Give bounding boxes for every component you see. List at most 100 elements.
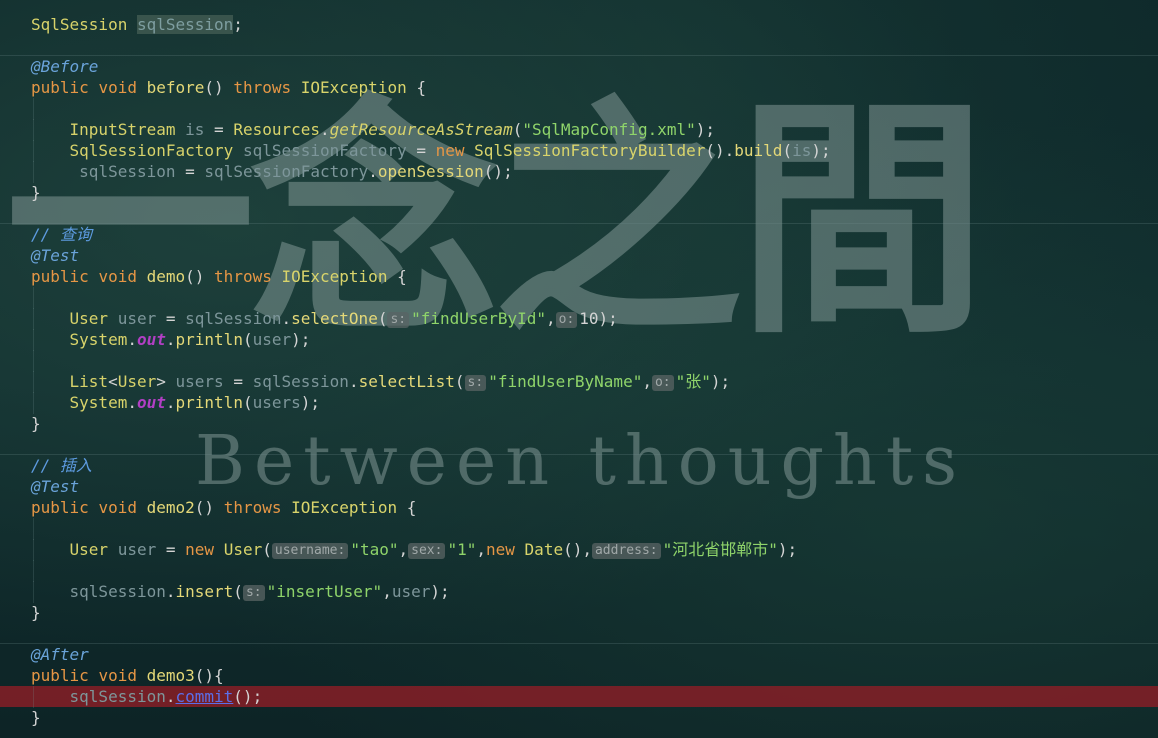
code-line-demo2-signature[interactable]: public void demo2() throws IOException { — [0, 497, 1158, 518]
comment: // 查询 — [31, 225, 92, 244]
token-punct: { — [406, 498, 417, 517]
code-line-println-user[interactable]: System.out.println(user); — [0, 329, 1158, 351]
token-punct: ); — [811, 141, 831, 160]
token-punct: = — [214, 120, 224, 139]
token-punct: . — [368, 162, 378, 181]
string-literal: "SqlMapConfig.xml" — [522, 120, 696, 139]
code-line-blank[interactable] — [0, 623, 1158, 644]
token-punct: = — [165, 540, 176, 559]
token-punct: (){ — [194, 666, 224, 685]
token-type: List — [69, 372, 109, 391]
token-punct: } — [31, 183, 41, 202]
code-editor[interactable]: SqlSession sqlSession; @Before public vo… — [0, 14, 1158, 728]
code-line-close-brace[interactable]: } — [0, 182, 1158, 203]
indent-guide — [31, 287, 41, 309]
code-line-blank[interactable] — [0, 35, 1158, 56]
token-type: User — [117, 372, 157, 391]
code-line-insert[interactable]: sqlSession.insert(s: "insertUser",user); — [0, 581, 1158, 603]
token-punct: ( — [377, 309, 388, 328]
code-line-blank[interactable] — [0, 434, 1158, 455]
comment: // 插入 — [31, 456, 92, 475]
code-line-blank[interactable] — [0, 560, 1158, 582]
code-line-before-signature[interactable]: public void before() throws IOException … — [0, 77, 1158, 98]
code-line-println-users[interactable]: System.out.println(users); — [0, 392, 1158, 414]
static-field: out — [136, 393, 166, 412]
token-punct: = — [416, 141, 426, 160]
code-line-close-brace[interactable]: } — [0, 602, 1158, 623]
token-variable: is — [792, 141, 812, 160]
code-line-after-annotation[interactable]: @After — [0, 643, 1158, 665]
indent-guide — [31, 308, 70, 330]
token-punct: ); — [695, 120, 715, 139]
code-line-test-annotation[interactable]: @Test — [0, 476, 1158, 497]
code-line-test-annotation[interactable]: @Test — [0, 245, 1158, 266]
method-name: build — [734, 141, 783, 160]
keyword: throws — [214, 267, 272, 286]
method-name: demo2 — [146, 498, 195, 517]
token-punct: ); — [291, 330, 311, 349]
parameter-hint: sex: — [408, 543, 446, 559]
token-variable: user — [252, 330, 292, 349]
token-punct: . — [165, 393, 176, 412]
code-line-demo-signature[interactable]: public void demo() throws IOException { — [0, 266, 1158, 287]
method-name-error[interactable]: commit — [176, 687, 234, 706]
keyword: public — [31, 666, 89, 685]
code-line-before-annotation[interactable]: @Before — [0, 55, 1158, 77]
token-punct: , — [642, 372, 652, 391]
code-line-blank[interactable] — [0, 350, 1158, 372]
token-punct: } — [31, 708, 41, 727]
string-literal: "findUserByName" — [488, 372, 643, 391]
token-punct: { — [397, 267, 407, 286]
annotation-after: @After — [31, 645, 89, 664]
token-type: SqlSessionFactory — [69, 141, 234, 160]
token-field: sqlSession — [69, 582, 166, 601]
code-line-open-session[interactable]: sqlSession = sqlSessionFactory.openSessi… — [0, 161, 1158, 183]
code-line-blank[interactable] — [0, 518, 1158, 540]
indent-guide — [31, 371, 70, 393]
parameter-hint: o: — [651, 375, 674, 391]
token-punct: , — [545, 309, 556, 328]
string-literal: "河北省邯郸市" — [662, 540, 778, 559]
token-punct: < — [108, 372, 118, 391]
token-punct: { — [416, 78, 426, 97]
code-line-comment-query[interactable]: // 查询 — [0, 223, 1158, 245]
code-line-blank[interactable] — [0, 287, 1158, 309]
code-line-factory[interactable]: SqlSessionFactory sqlSessionFactory = ne… — [0, 140, 1158, 162]
code-line-close-brace[interactable]: } — [0, 707, 1158, 728]
class-name: Date — [524, 540, 564, 559]
method-name: openSession — [377, 162, 484, 181]
code-line-inputstream[interactable]: InputStream is = Resources.getResourceAs… — [0, 119, 1158, 141]
code-line-demo3-signature[interactable]: public void demo3(){ — [0, 665, 1158, 686]
code-line-blank[interactable] — [0, 203, 1158, 224]
indent-guide — [31, 539, 70, 561]
token-punct: } — [31, 603, 41, 622]
string-literal: "张" — [675, 372, 711, 391]
token-punct: (); — [483, 162, 513, 181]
keyword: void — [98, 267, 137, 286]
token-punct: . — [281, 309, 292, 328]
method-name: selectOne — [291, 309, 378, 328]
token-punct: (); — [233, 687, 263, 706]
code-line-comment-insert[interactable]: // 插入 — [0, 454, 1158, 476]
method-name: before — [146, 78, 205, 97]
code-line-1[interactable]: SqlSession sqlSession; — [0, 14, 1158, 35]
code-line-close-brace[interactable]: } — [0, 413, 1158, 434]
code-line-select-list[interactable]: List<User> users = sqlSession.selectList… — [0, 371, 1158, 393]
token-field: sqlSession — [69, 687, 166, 706]
token-punct: ); — [710, 372, 731, 391]
class-name: System — [69, 393, 128, 412]
parameter-hint: username: — [271, 543, 349, 559]
code-line-new-user[interactable]: User user = new User(username: "tao", sex:… — [0, 539, 1158, 561]
indent-guide — [31, 518, 41, 540]
method-name: insert — [175, 582, 234, 601]
token-field: sqlSession — [252, 372, 349, 391]
code-line-commit-error[interactable]: sqlSession.commit(); — [0, 686, 1158, 708]
code-line-select-one[interactable]: User user = sqlSession.selectOne(s: "find… — [0, 308, 1158, 330]
indent-guide — [31, 161, 79, 183]
token-punct: () — [185, 267, 205, 286]
indent-guide — [31, 98, 41, 120]
string-literal: "1" — [447, 540, 477, 559]
code-line-blank[interactable] — [0, 98, 1158, 120]
token-punct: (). — [705, 141, 735, 160]
number-literal: 10 — [579, 309, 599, 328]
